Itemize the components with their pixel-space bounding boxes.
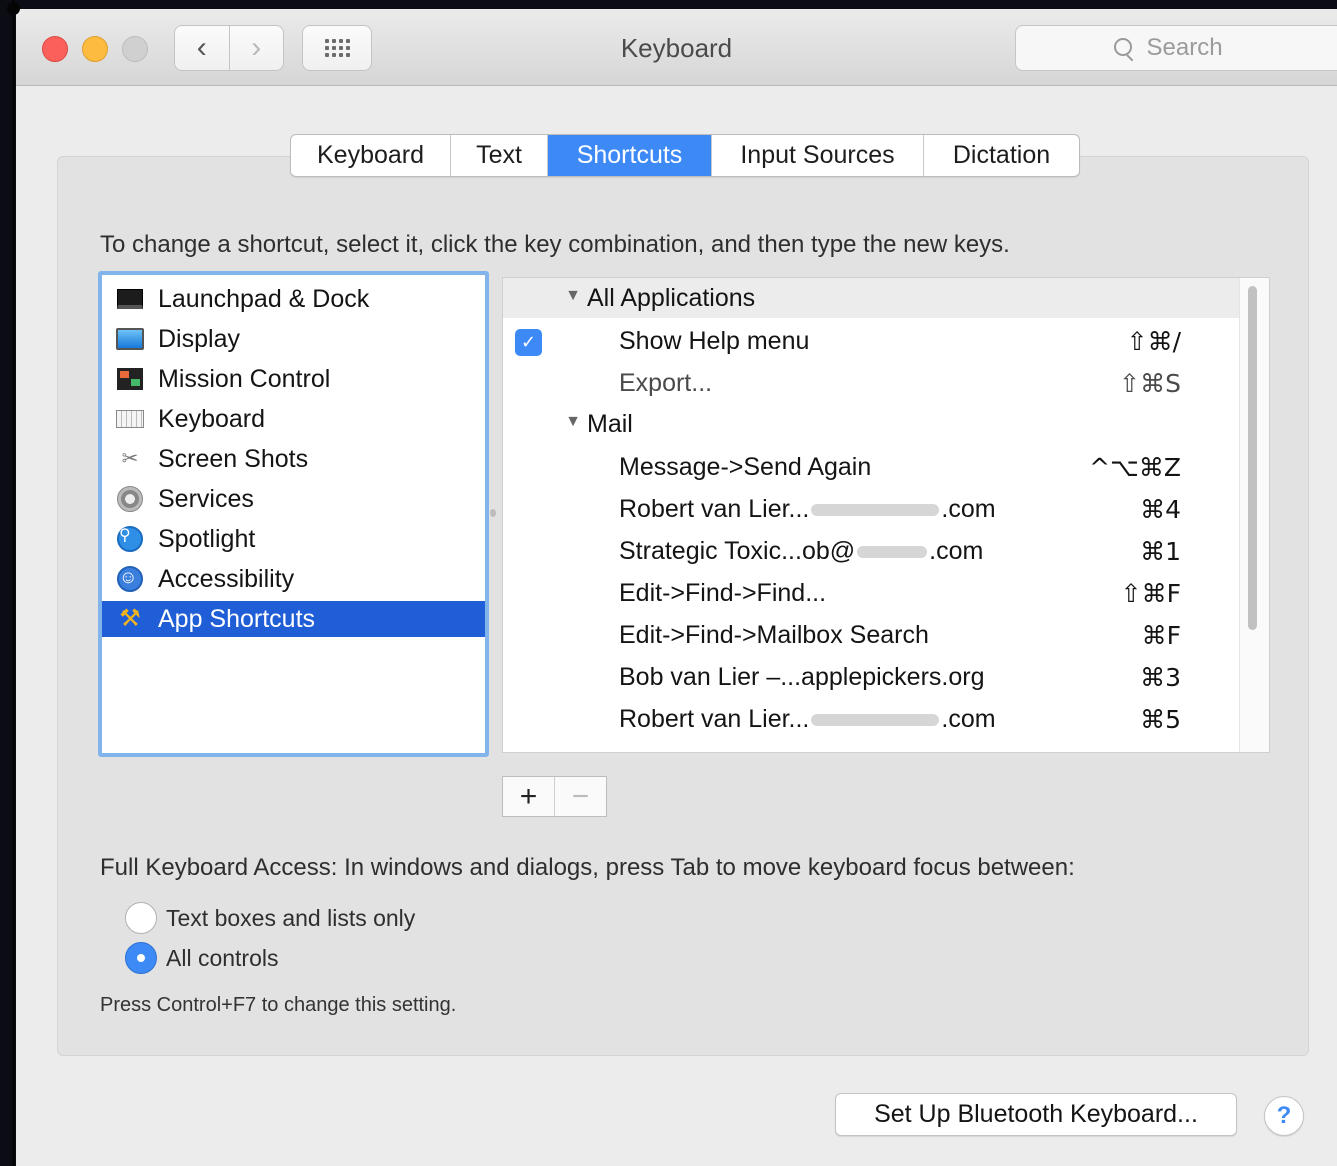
shortcut-keys[interactable]: ⌘4 bbox=[1140, 495, 1181, 524]
scrollbar-track[interactable] bbox=[1239, 278, 1269, 752]
help-button[interactable]: ? bbox=[1264, 1096, 1304, 1136]
shortcut-row[interactable]: Export... ⇧⌘S bbox=[503, 362, 1241, 404]
setup-bluetooth-keyboard-button[interactable]: Set Up Bluetooth Keyboard... bbox=[835, 1093, 1237, 1136]
radio-button[interactable] bbox=[125, 902, 157, 934]
spotlight-icon: ⚲ bbox=[116, 526, 144, 552]
shortcut-row[interactable]: Edit->Find->Find... ⇧⌘F bbox=[503, 572, 1241, 614]
category-item-screen-shots[interactable]: ✂ Screen Shots bbox=[102, 441, 485, 477]
tab-bar: Keyboard Text Shortcuts Input Sources Di… bbox=[290, 134, 1080, 177]
shortcut-row[interactable]: Robert van Lier... .com ⌘4 bbox=[503, 488, 1241, 530]
shortcut-row[interactable]: ✓ Show Help menu ⇧⌘/ bbox=[503, 320, 1241, 362]
scrollbar-thumb[interactable] bbox=[1248, 286, 1257, 630]
search-input[interactable] bbox=[1144, 33, 1241, 63]
category-label: Services bbox=[158, 484, 254, 513]
question-mark-icon: ? bbox=[1276, 1102, 1292, 1129]
category-item-app-shortcuts[interactable]: ⚒ App Shortcuts bbox=[102, 601, 485, 637]
tab-input-sources[interactable]: Input Sources bbox=[712, 135, 924, 176]
control-f7-hint: Press Control+F7 to change this setting. bbox=[100, 994, 457, 1016]
remove-shortcut-button[interactable]: − bbox=[555, 777, 606, 816]
redacted-text bbox=[811, 714, 940, 727]
radio-label: All controls bbox=[166, 944, 279, 971]
shortcut-row[interactable]: Strategic Toxic...ob@ .com ⌘1 bbox=[503, 530, 1241, 572]
screen-shots-icon: ✂ bbox=[121, 448, 139, 470]
category-item-mission-control[interactable]: Mission Control bbox=[102, 361, 485, 397]
desktop-edge-line bbox=[12, 0, 15, 1166]
shortcut-action: Show Help menu bbox=[619, 327, 810, 355]
category-item-display[interactable]: Display bbox=[102, 321, 485, 357]
tab-shortcuts[interactable]: Shortcuts bbox=[548, 135, 712, 176]
shortcut-action: Export... bbox=[619, 369, 713, 397]
keyboard-icon bbox=[116, 407, 144, 431]
tab-text[interactable]: Text bbox=[451, 135, 548, 176]
group-row-all-applications[interactable]: ▼ All Applications bbox=[503, 278, 1241, 318]
search-field[interactable] bbox=[1015, 25, 1337, 71]
full-keyboard-access-label: Full Keyboard Access: In windows and dia… bbox=[100, 854, 1075, 881]
instructions-text: To change a shortcut, select it, click t… bbox=[100, 231, 1010, 258]
category-label: Accessibility bbox=[158, 564, 295, 593]
radio-label: Text boxes and lists only bbox=[166, 904, 416, 931]
shortcut-action: Robert van Lier... .com bbox=[619, 705, 996, 733]
category-label: Launchpad & Dock bbox=[158, 284, 370, 313]
shortcut-action: Edit->Find->Find... bbox=[619, 579, 827, 607]
services-gear-icon bbox=[116, 486, 144, 512]
shortcut-category-list[interactable]: Launchpad & Dock Display Mission Control… bbox=[98, 271, 489, 757]
category-label: Display bbox=[158, 324, 240, 353]
shortcut-keys[interactable]: ⌘F bbox=[1142, 621, 1181, 650]
redacted-text bbox=[857, 546, 928, 559]
category-label: App Shortcuts bbox=[158, 604, 316, 633]
accessibility-icon: ☺ bbox=[116, 566, 144, 592]
add-shortcut-button[interactable]: + bbox=[503, 777, 555, 816]
group-row-mail[interactable]: ▼ Mail bbox=[503, 404, 1241, 446]
add-remove-control: + − bbox=[502, 776, 607, 817]
shortcut-action: Strategic Toxic...ob@ .com bbox=[619, 537, 984, 565]
shortcut-action: Bob van Lier –...applepickers.org bbox=[619, 663, 985, 691]
shortcut-row[interactable]: Edit->Find->Mailbox Search ⌘F bbox=[503, 614, 1241, 656]
tab-keyboard[interactable]: Keyboard bbox=[291, 135, 451, 176]
category-label: Keyboard bbox=[158, 404, 266, 433]
category-item-launchpad-dock[interactable]: Launchpad & Dock bbox=[102, 281, 485, 317]
shortcuts-table[interactable]: ▼ All Applications ✓ Show Help menu ⇧⌘/ … bbox=[502, 277, 1270, 753]
shortcut-keys[interactable]: ⇧⌘/ bbox=[1127, 327, 1181, 356]
shortcut-row[interactable]: Bob van Lier –...applepickers.org ⌘3 bbox=[503, 656, 1241, 698]
title-bar: ‹ › Keyboard bbox=[16, 9, 1337, 86]
shortcut-action: Message->Send Again bbox=[619, 453, 872, 481]
redacted-text bbox=[811, 504, 940, 517]
category-item-accessibility[interactable]: ☺ Accessibility bbox=[102, 561, 485, 597]
radio-button-selected[interactable] bbox=[125, 942, 157, 974]
launchpad-dock-icon bbox=[116, 287, 144, 311]
category-label: Screen Shots bbox=[158, 444, 309, 473]
enabled-checkbox[interactable]: ✓ bbox=[515, 329, 542, 356]
tab-dictation[interactable]: Dictation bbox=[924, 135, 1079, 176]
shortcut-row[interactable]: Robert van Lier... .com ⌘5 bbox=[503, 698, 1241, 740]
shortcut-keys[interactable]: ⌘5 bbox=[1140, 705, 1181, 734]
mission-control-icon bbox=[116, 367, 144, 391]
shortcut-keys[interactable]: ^⌥⌘Z bbox=[1089, 453, 1181, 482]
shortcut-keys[interactable]: ⌘1 bbox=[1140, 537, 1181, 566]
category-label: Mission Control bbox=[158, 364, 331, 393]
group-label: All Applications bbox=[587, 284, 756, 312]
shortcut-action: Robert van Lier... .com bbox=[619, 495, 996, 523]
split-view-handle[interactable] bbox=[490, 509, 496, 517]
app-shortcuts-icon: ⚒ bbox=[119, 605, 141, 632]
desktop-edge-dot bbox=[7, 2, 20, 15]
shortcut-keys[interactable]: ⌘3 bbox=[1140, 663, 1181, 692]
display-icon bbox=[116, 327, 144, 351]
disclosure-triangle-icon[interactable]: ▼ bbox=[563, 284, 583, 308]
keyboard-preferences-window: ‹ › Keyboard Keyboard Text Shortcuts Inp… bbox=[16, 9, 1337, 1166]
radio-option-text-boxes[interactable]: Text boxes and lists only bbox=[125, 902, 415, 934]
category-item-services[interactable]: Services bbox=[102, 481, 485, 517]
disclosure-triangle-icon[interactable]: ▼ bbox=[563, 410, 583, 434]
category-label: Spotlight bbox=[158, 524, 256, 553]
shortcut-row[interactable]: Message->Send Again ^⌥⌘Z bbox=[503, 446, 1241, 488]
shortcut-keys[interactable]: ⇧⌘F bbox=[1121, 579, 1181, 608]
shortcut-keys[interactable]: ⇧⌘S bbox=[1119, 369, 1181, 398]
search-icon bbox=[1113, 37, 1135, 59]
category-item-spotlight[interactable]: ⚲ Spotlight bbox=[102, 521, 485, 557]
shortcut-action: Edit->Find->Mailbox Search bbox=[619, 621, 929, 649]
radio-option-all-controls[interactable]: All controls bbox=[125, 942, 278, 974]
group-label: Mail bbox=[587, 410, 633, 438]
checkmark-icon: ✓ bbox=[520, 332, 537, 352]
category-item-keyboard[interactable]: Keyboard bbox=[102, 401, 485, 437]
